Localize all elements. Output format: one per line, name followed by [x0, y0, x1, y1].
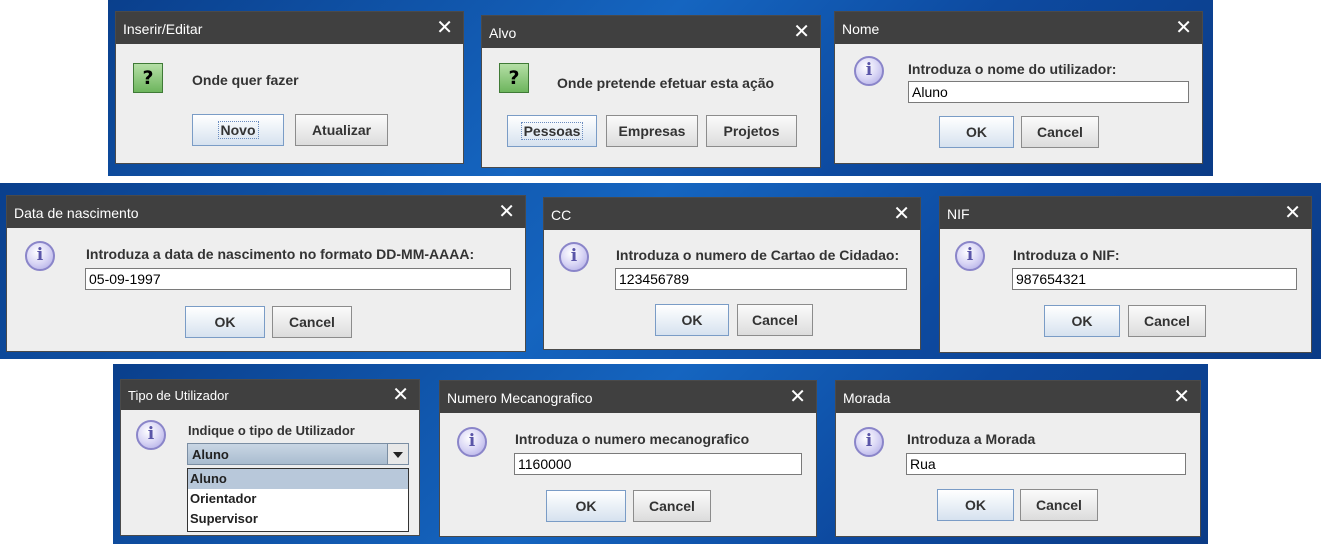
dialog-message: Introduza a data de nascimento no format…: [86, 246, 475, 262]
atualizar-button[interactable]: Atualizar: [295, 114, 388, 146]
dialog-message: Introduza o numero de Cartao de Cidadao:: [616, 247, 900, 263]
info-icon: i: [136, 420, 166, 450]
ok-button[interactable]: OK: [939, 116, 1014, 148]
tipo-utilizador-select[interactable]: Aluno: [187, 443, 409, 465]
dialog-message: Introduza a Morada: [907, 431, 1036, 447]
ok-button[interactable]: OK: [937, 489, 1014, 521]
dialog-title: NIF: [947, 206, 970, 222]
title-bar[interactable]: Inserir/Editar ✕: [116, 12, 463, 44]
close-icon[interactable]: ✕: [1284, 201, 1301, 223]
dialog-cc: CC ✕ i Introduza o numero de Cartao de C…: [543, 197, 921, 350]
cancel-button[interactable]: Cancel: [1020, 489, 1098, 521]
close-icon[interactable]: ✕: [436, 16, 453, 38]
close-icon[interactable]: ✕: [1173, 385, 1190, 407]
title-bar[interactable]: Morada ✕: [836, 381, 1200, 413]
close-icon[interactable]: ✕: [498, 200, 515, 222]
question-icon: ?: [133, 63, 163, 93]
title-bar[interactable]: NIF ✕: [940, 197, 1311, 229]
nome-input[interactable]: Aluno: [908, 81, 1189, 103]
dialog-nome: Nome ✕ i Introduza o nome do utilizador:…: [834, 11, 1203, 164]
dialog-inserir-editar: Inserir/Editar ✕ ? Onde quer fazer Novo …: [115, 11, 464, 164]
morada-input[interactable]: Rua: [906, 453, 1186, 475]
data-nascimento-input[interactable]: 05-09-1997: [85, 268, 511, 290]
dialog-title: Data de nascimento: [14, 205, 139, 221]
projetos-button[interactable]: Projetos: [706, 115, 797, 147]
nif-input[interactable]: 987654321: [1012, 268, 1297, 290]
ok-button[interactable]: OK: [655, 304, 729, 336]
question-icon: ?: [499, 63, 529, 93]
close-icon[interactable]: ✕: [893, 202, 910, 224]
close-icon[interactable]: ✕: [392, 383, 409, 405]
option-supervisor[interactable]: Supervisor: [188, 509, 408, 529]
close-icon[interactable]: ✕: [793, 20, 810, 42]
info-icon: i: [559, 242, 589, 272]
tipo-utilizador-dropdown-list: Aluno Orientador Supervisor: [187, 468, 409, 532]
dialog-title: Numero Mecanografico: [447, 390, 593, 406]
cc-input[interactable]: 123456789: [615, 268, 907, 290]
cancel-button[interactable]: Cancel: [1128, 305, 1206, 337]
dialog-message: Indique o tipo de Utilizador: [188, 423, 355, 438]
dialog-nif: NIF ✕ i Introduza o NIF: 987654321 OK Ca…: [939, 196, 1312, 353]
cancel-button[interactable]: Cancel: [737, 304, 813, 336]
empresas-button[interactable]: Empresas: [606, 115, 698, 147]
title-bar[interactable]: Alvo ✕: [482, 16, 820, 48]
dialog-alvo: Alvo ✕ ? Onde pretende efetuar esta ação…: [481, 15, 821, 168]
dialog-title: Nome: [842, 21, 880, 37]
dialog-title: Alvo: [489, 25, 517, 41]
info-icon: i: [457, 427, 487, 457]
numero-mecanografico-input[interactable]: 1160000: [514, 453, 802, 475]
novo-button[interactable]: Novo: [192, 114, 284, 146]
dialog-message: Onde quer fazer: [192, 72, 299, 88]
dialog-data-nascimento: Data de nascimento ✕ i Introduza a data …: [6, 195, 526, 352]
title-bar[interactable]: Nome ✕: [835, 12, 1202, 44]
info-icon: i: [955, 241, 985, 271]
info-icon: i: [854, 56, 884, 86]
pessoas-button[interactable]: Pessoas: [507, 115, 597, 147]
dialog-title: CC: [551, 207, 572, 223]
dialog-title: Inserir/Editar: [123, 21, 203, 37]
title-bar[interactable]: CC ✕: [544, 198, 920, 230]
dialog-morada: Morada ✕ i Introduza a Morada Rua OK Can…: [835, 380, 1201, 537]
cancel-button[interactable]: Cancel: [633, 490, 711, 522]
cancel-button[interactable]: Cancel: [1021, 116, 1099, 148]
dialog-message: Introduza o numero mecanografico: [515, 431, 750, 447]
close-icon[interactable]: ✕: [789, 385, 806, 407]
selected-value: Aluno: [192, 447, 229, 462]
dialog-numero-mecanografico: Numero Mecanografico ✕ i Introduza o num…: [439, 380, 817, 537]
ok-button[interactable]: OK: [546, 490, 626, 522]
info-icon: i: [25, 241, 55, 271]
dialog-message: Introduza o NIF:: [1013, 247, 1120, 263]
dialog-title: Tipo de Utilizador: [128, 388, 229, 403]
chevron-down-icon[interactable]: [387, 444, 408, 464]
info-icon: i: [854, 427, 884, 457]
ok-button[interactable]: OK: [185, 306, 265, 338]
title-bar[interactable]: Numero Mecanografico ✕: [440, 381, 816, 413]
option-aluno[interactable]: Aluno: [188, 469, 408, 489]
close-icon[interactable]: ✕: [1175, 16, 1192, 38]
dialog-message: Onde pretende efetuar esta ação: [557, 75, 775, 91]
dialog-tipo-utilizador: Tipo de Utilizador ✕ i Indique o tipo de…: [120, 379, 420, 536]
dialog-message: Introduza o nome do utilizador:: [908, 61, 1117, 77]
cancel-button[interactable]: Cancel: [272, 306, 352, 338]
ok-button[interactable]: OK: [1044, 305, 1120, 337]
title-bar[interactable]: Tipo de Utilizador ✕: [121, 380, 419, 410]
option-orientador[interactable]: Orientador: [188, 489, 408, 509]
title-bar[interactable]: Data de nascimento ✕: [7, 196, 525, 228]
dialog-title: Morada: [843, 390, 891, 406]
